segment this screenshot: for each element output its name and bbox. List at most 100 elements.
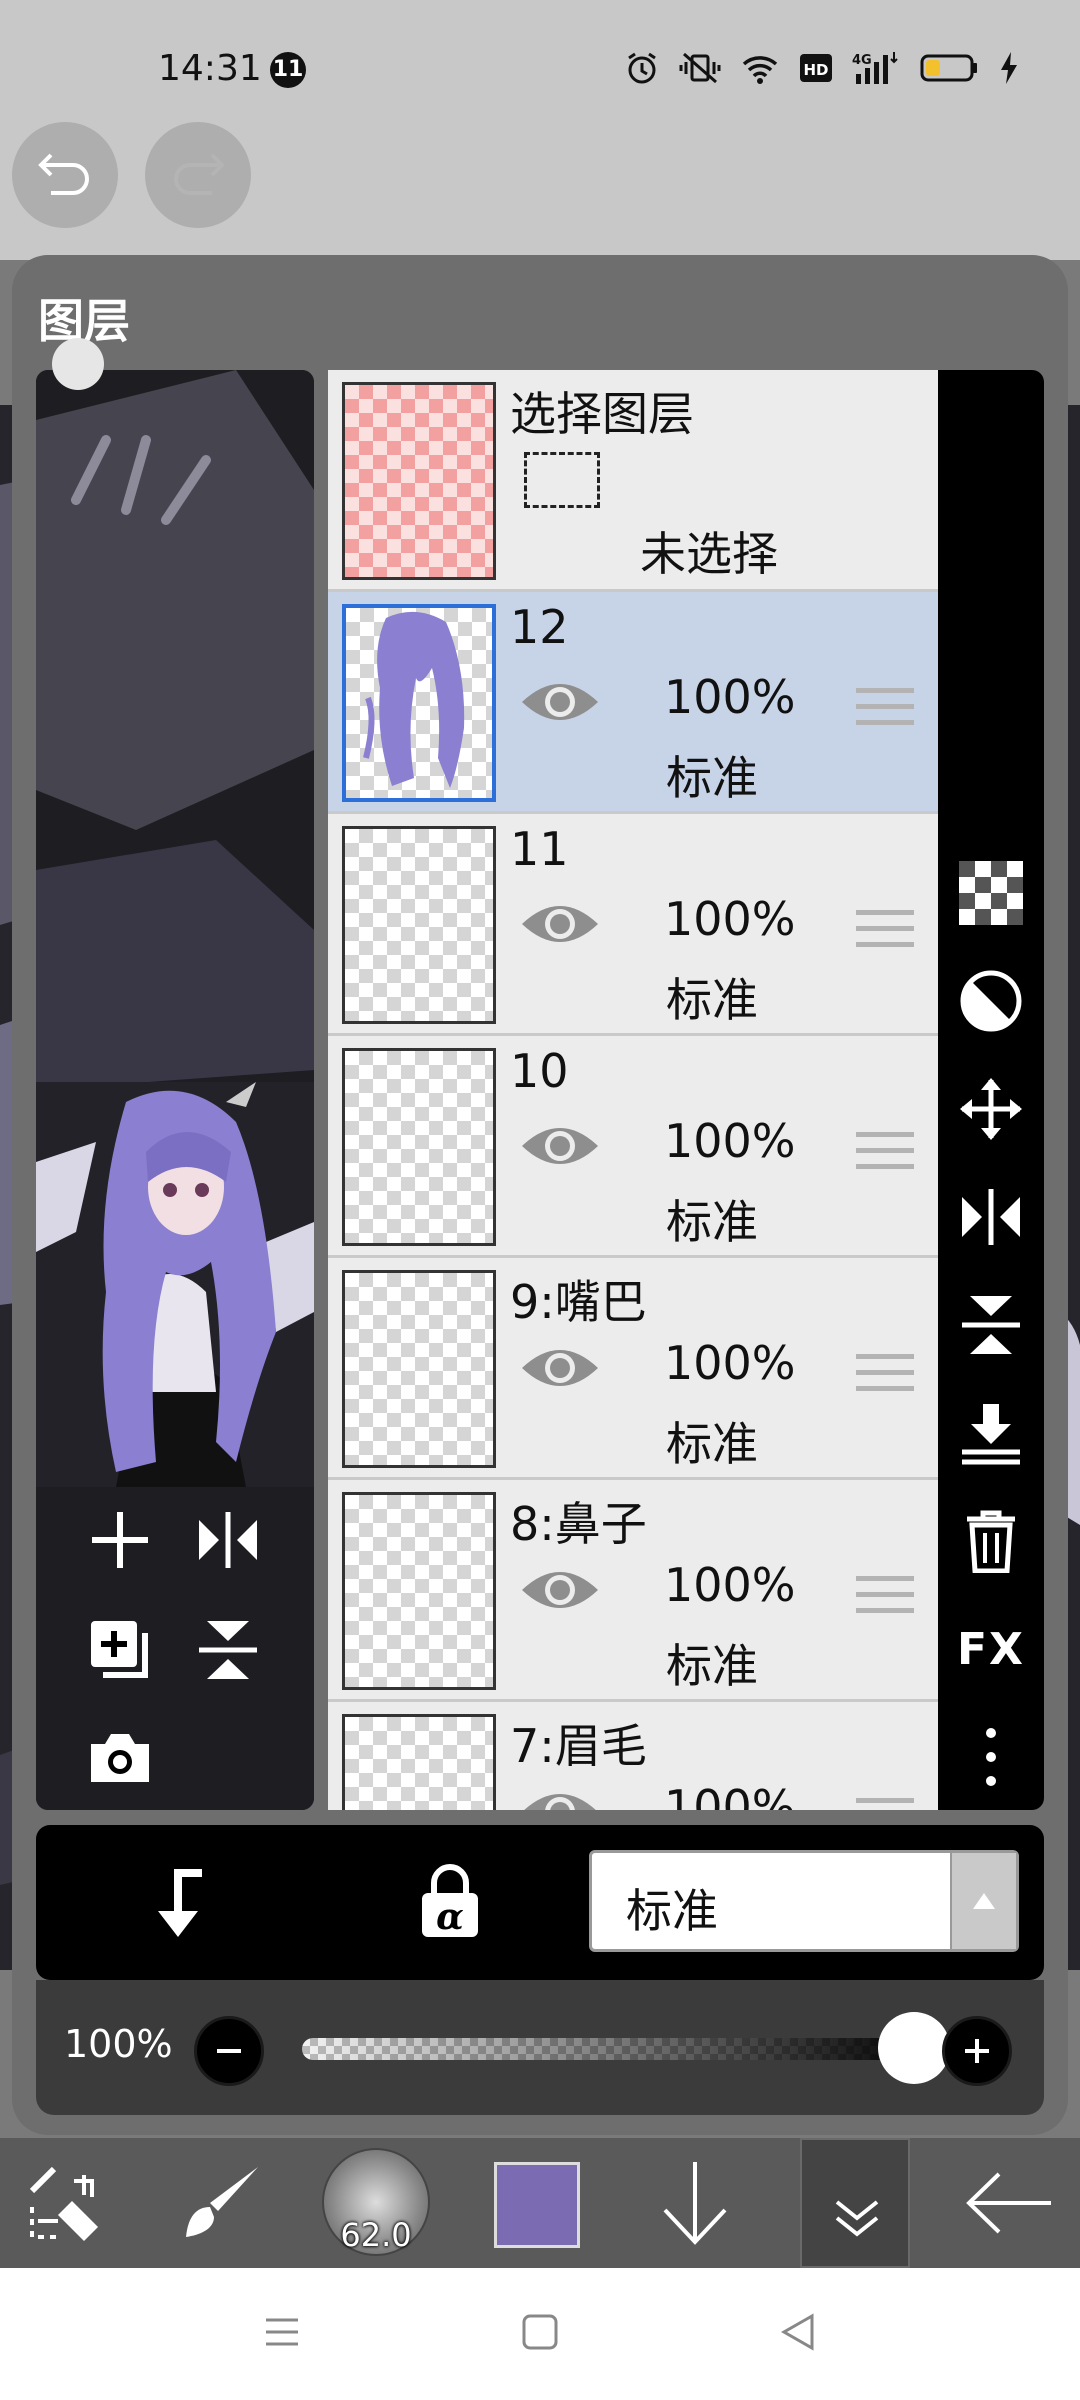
- transparency-button[interactable]: [956, 858, 1026, 928]
- visibility-toggle[interactable]: [520, 676, 600, 732]
- drag-handle-icon[interactable]: [856, 1576, 914, 1624]
- drag-handle-icon[interactable]: [856, 1798, 914, 1810]
- flip-horizontal-icon: [199, 1512, 257, 1568]
- opacity-increase-button[interactable]: [942, 2016, 1012, 2086]
- layer-thumbnail: [342, 604, 496, 802]
- panel-resize-handle[interactable]: [52, 338, 104, 390]
- eye-icon: [522, 1350, 598, 1386]
- bottom-toolbar: 62.0: [0, 2138, 1080, 2268]
- visibility-toggle[interactable]: [520, 898, 600, 954]
- wifi-icon: [742, 56, 778, 84]
- invert-button[interactable]: [956, 966, 1026, 1036]
- layer-thumbnail: [342, 1492, 496, 1690]
- visibility-toggle[interactable]: [520, 1786, 600, 1810]
- merge-down-icon: [962, 1404, 1020, 1465]
- undo-button[interactable]: [12, 122, 118, 228]
- selection-status: 未选择: [640, 527, 778, 581]
- visibility-toggle[interactable]: [520, 1120, 600, 1176]
- layer-blend-mode: 标准: [666, 1639, 758, 1693]
- clipping-button[interactable]: [144, 1863, 208, 1947]
- more-options-button[interactable]: [956, 1722, 1026, 1792]
- hd-icon: HD: [800, 54, 832, 82]
- layer-name: 12: [510, 600, 569, 654]
- move-layer-button[interactable]: [956, 1074, 1026, 1144]
- visibility-toggle[interactable]: [520, 1564, 600, 1620]
- layer-name: 8:鼻子: [510, 1497, 647, 1551]
- redo-button[interactable]: [145, 122, 251, 228]
- layer-thumbnail: [342, 1270, 496, 1468]
- merge-down-button[interactable]: [956, 1398, 1026, 1468]
- flip-horizontal-layer-button[interactable]: [188, 1500, 268, 1580]
- blend-mode-row: α 标准: [36, 1825, 1044, 1980]
- dropdown-arrow-icon[interactable]: [950, 1853, 1016, 1949]
- layer-opacity: 100%: [664, 670, 796, 724]
- layer-opacity: 100%: [664, 1780, 796, 1810]
- fx-button[interactable]: FX: [956, 1614, 1026, 1684]
- visibility-toggle[interactable]: [520, 1342, 600, 1398]
- selection-layer-row[interactable]: 选择图层 未选择: [328, 370, 938, 592]
- duplicate-layer-button[interactable]: [80, 1610, 160, 1690]
- layer-row[interactable]: 7:眉毛 100% 标准: [328, 1702, 938, 1810]
- opacity-row: 100%: [36, 1980, 1044, 2115]
- back-arrow-button[interactable]: [960, 2138, 1060, 2268]
- eye-icon: [522, 684, 598, 720]
- blend-mode-value: 标准: [626, 1884, 718, 1938]
- selection-layer-title: 选择图层: [510, 387, 694, 441]
- layer-list[interactable]: 选择图层 未选择 12 100% 标准 11 100% 标准 10 100% 标…: [328, 370, 938, 1810]
- layer-row[interactable]: 12 100% 标准: [328, 592, 938, 814]
- vibrate-icon: [679, 52, 721, 84]
- brush-size-value: 62.0: [340, 2216, 412, 2254]
- add-layer-button[interactable]: [80, 1500, 160, 1580]
- layer-name: 10: [510, 1044, 569, 1098]
- invert-icon: [960, 970, 1022, 1032]
- system-navigation-bar: [0, 2268, 1080, 2400]
- duplicate-layer-icon: [91, 1621, 148, 1678]
- menu-icon[interactable]: [262, 2312, 302, 2352]
- layer-row[interactable]: 9:嘴巴 100% 标准: [328, 1258, 938, 1480]
- alpha-lock-icon: α: [422, 1864, 478, 1938]
- layer-name: 7:眉毛: [510, 1719, 647, 1773]
- layer-blend-mode: 标准: [666, 1417, 758, 1471]
- layers-toggle-button[interactable]: [800, 2138, 910, 2268]
- drag-handle-icon[interactable]: [856, 1354, 914, 1402]
- blend-mode-select[interactable]: 标准: [589, 1850, 1019, 1952]
- minus-icon: [217, 2049, 241, 2053]
- camera-button[interactable]: [80, 1718, 160, 1798]
- brush-tool-icon: [186, 2167, 258, 2237]
- layer-name: 9:嘴巴: [510, 1275, 647, 1329]
- svg-text:4G: 4G: [852, 53, 872, 68]
- layer-row[interactable]: 10 100% 标准: [328, 1036, 938, 1258]
- alpha-lock-button[interactable]: α: [418, 1861, 482, 1945]
- brush-size-button[interactable]: 62.0: [322, 2148, 430, 2256]
- drag-handle-icon[interactable]: [856, 910, 914, 958]
- color-swatch[interactable]: [494, 2162, 580, 2248]
- layer-thumbnail: [342, 1048, 496, 1246]
- layer-row[interactable]: 11 100% 标准: [328, 814, 938, 1036]
- opacity-value: 100%: [64, 2022, 173, 2066]
- transform-tool-icon: [29, 2166, 98, 2241]
- selection-layer-thumbnail: [342, 382, 496, 580]
- drag-handle-icon[interactable]: [856, 1132, 914, 1180]
- eye-icon: [522, 1572, 598, 1608]
- brush-tool-button[interactable]: [170, 2138, 274, 2268]
- flip-horizontal-button[interactable]: [956, 1182, 1026, 1252]
- more-icon: [986, 1728, 996, 1786]
- flip-horizontal-icon: [962, 1189, 1020, 1245]
- delete-layer-button[interactable]: [956, 1506, 1026, 1576]
- flip-vertical-layer-button[interactable]: [188, 1610, 268, 1690]
- svg-text:α: α: [436, 1896, 464, 1938]
- arrow-down-button[interactable]: [650, 2138, 740, 2268]
- layers-toggle-icon: [835, 2200, 879, 2237]
- home-icon[interactable]: [520, 2312, 560, 2352]
- layer-row[interactable]: 8:鼻子 100% 标准: [328, 1480, 938, 1702]
- opacity-slider-knob[interactable]: [878, 2012, 950, 2084]
- back-icon[interactable]: [778, 2312, 818, 2352]
- opacity-slider[interactable]: [302, 2038, 932, 2060]
- layer-blend-mode: 标准: [666, 751, 758, 805]
- layer-blend-mode: 标准: [666, 1195, 758, 1249]
- flip-vertical-button[interactable]: [956, 1290, 1026, 1360]
- opacity-decrease-button[interactable]: [194, 2016, 264, 2086]
- layer-name: 11: [510, 822, 569, 876]
- drag-handle-icon[interactable]: [856, 688, 914, 736]
- transform-tool-button[interactable]: [20, 2138, 112, 2268]
